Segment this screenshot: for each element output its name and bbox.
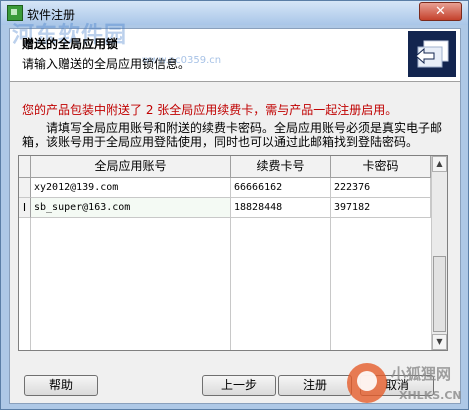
grid-line xyxy=(230,218,231,350)
row-indicator-header xyxy=(19,156,31,178)
card-number-cell[interactable]: 66666162 xyxy=(231,178,331,198)
lock-illustration-icon xyxy=(408,31,456,77)
account-cell[interactable]: xy2012@139.com xyxy=(31,178,231,198)
grid-line xyxy=(30,218,31,350)
registration-window: 软件注册 ✕ 河东软件园 www.pc0359.cn 赠送的全局应用锁 请输入赠… xyxy=(0,0,469,410)
help-button[interactable]: 帮助 xyxy=(24,375,98,396)
notice-text: 您的产品包装中附送了 2 张全局应用续费卡，需与产品一起注册启用。 xyxy=(22,103,398,117)
column-header-card[interactable]: 续费卡号 xyxy=(231,156,331,178)
dialog-header: 河东软件园 www.pc0359.cn 赠送的全局应用锁 请输入赠送的全局应用锁… xyxy=(10,23,460,82)
card-number-cell[interactable]: 18828448 xyxy=(231,198,331,218)
registration-grid[interactable]: 全局应用账号 续费卡号 卡密码 xy2012@139.com 66666162 … xyxy=(18,155,448,351)
close-button[interactable]: ✕ xyxy=(419,2,462,21)
scroll-up-arrow-icon[interactable]: ▲ xyxy=(432,156,447,172)
card-password-cell[interactable]: 397182 xyxy=(331,198,431,218)
header-title: 赠送的全局应用锁 xyxy=(22,37,119,51)
scroll-thumb[interactable] xyxy=(433,256,446,332)
card-password-cell[interactable]: 222376 xyxy=(331,178,431,198)
column-header-password[interactable]: 卡密码 xyxy=(331,156,431,178)
instruction-text: 请填写全局应用账号和附送的续费卡密码。全局应用账号必须是真实电子邮箱，该账号用于… xyxy=(22,121,443,149)
grid-line xyxy=(330,218,331,350)
row-indicator[interactable] xyxy=(19,178,31,198)
previous-button[interactable]: 上一步 xyxy=(202,375,276,396)
row-indicator[interactable]: I xyxy=(19,198,31,218)
corner-watermark-text: 小狐狸网 xyxy=(391,365,451,383)
vertical-scrollbar[interactable]: ▲ ▼ xyxy=(431,156,447,350)
corner-watermark: 小狐狸网 XHLKS.CN xyxy=(341,357,467,409)
header-subtitle: 请输入赠送的全局应用锁信息。 xyxy=(22,57,191,71)
column-header-account[interactable]: 全局应用账号 xyxy=(31,156,231,178)
corner-watermark-url: XHLKS.CN xyxy=(399,389,462,402)
scroll-down-arrow-icon[interactable]: ▼ xyxy=(432,334,447,350)
account-cell[interactable]: sb_super@163.com xyxy=(31,198,231,218)
dialog-client-area: 河东软件园 www.pc0359.cn 赠送的全局应用锁 请输入赠送的全局应用锁… xyxy=(9,23,461,404)
